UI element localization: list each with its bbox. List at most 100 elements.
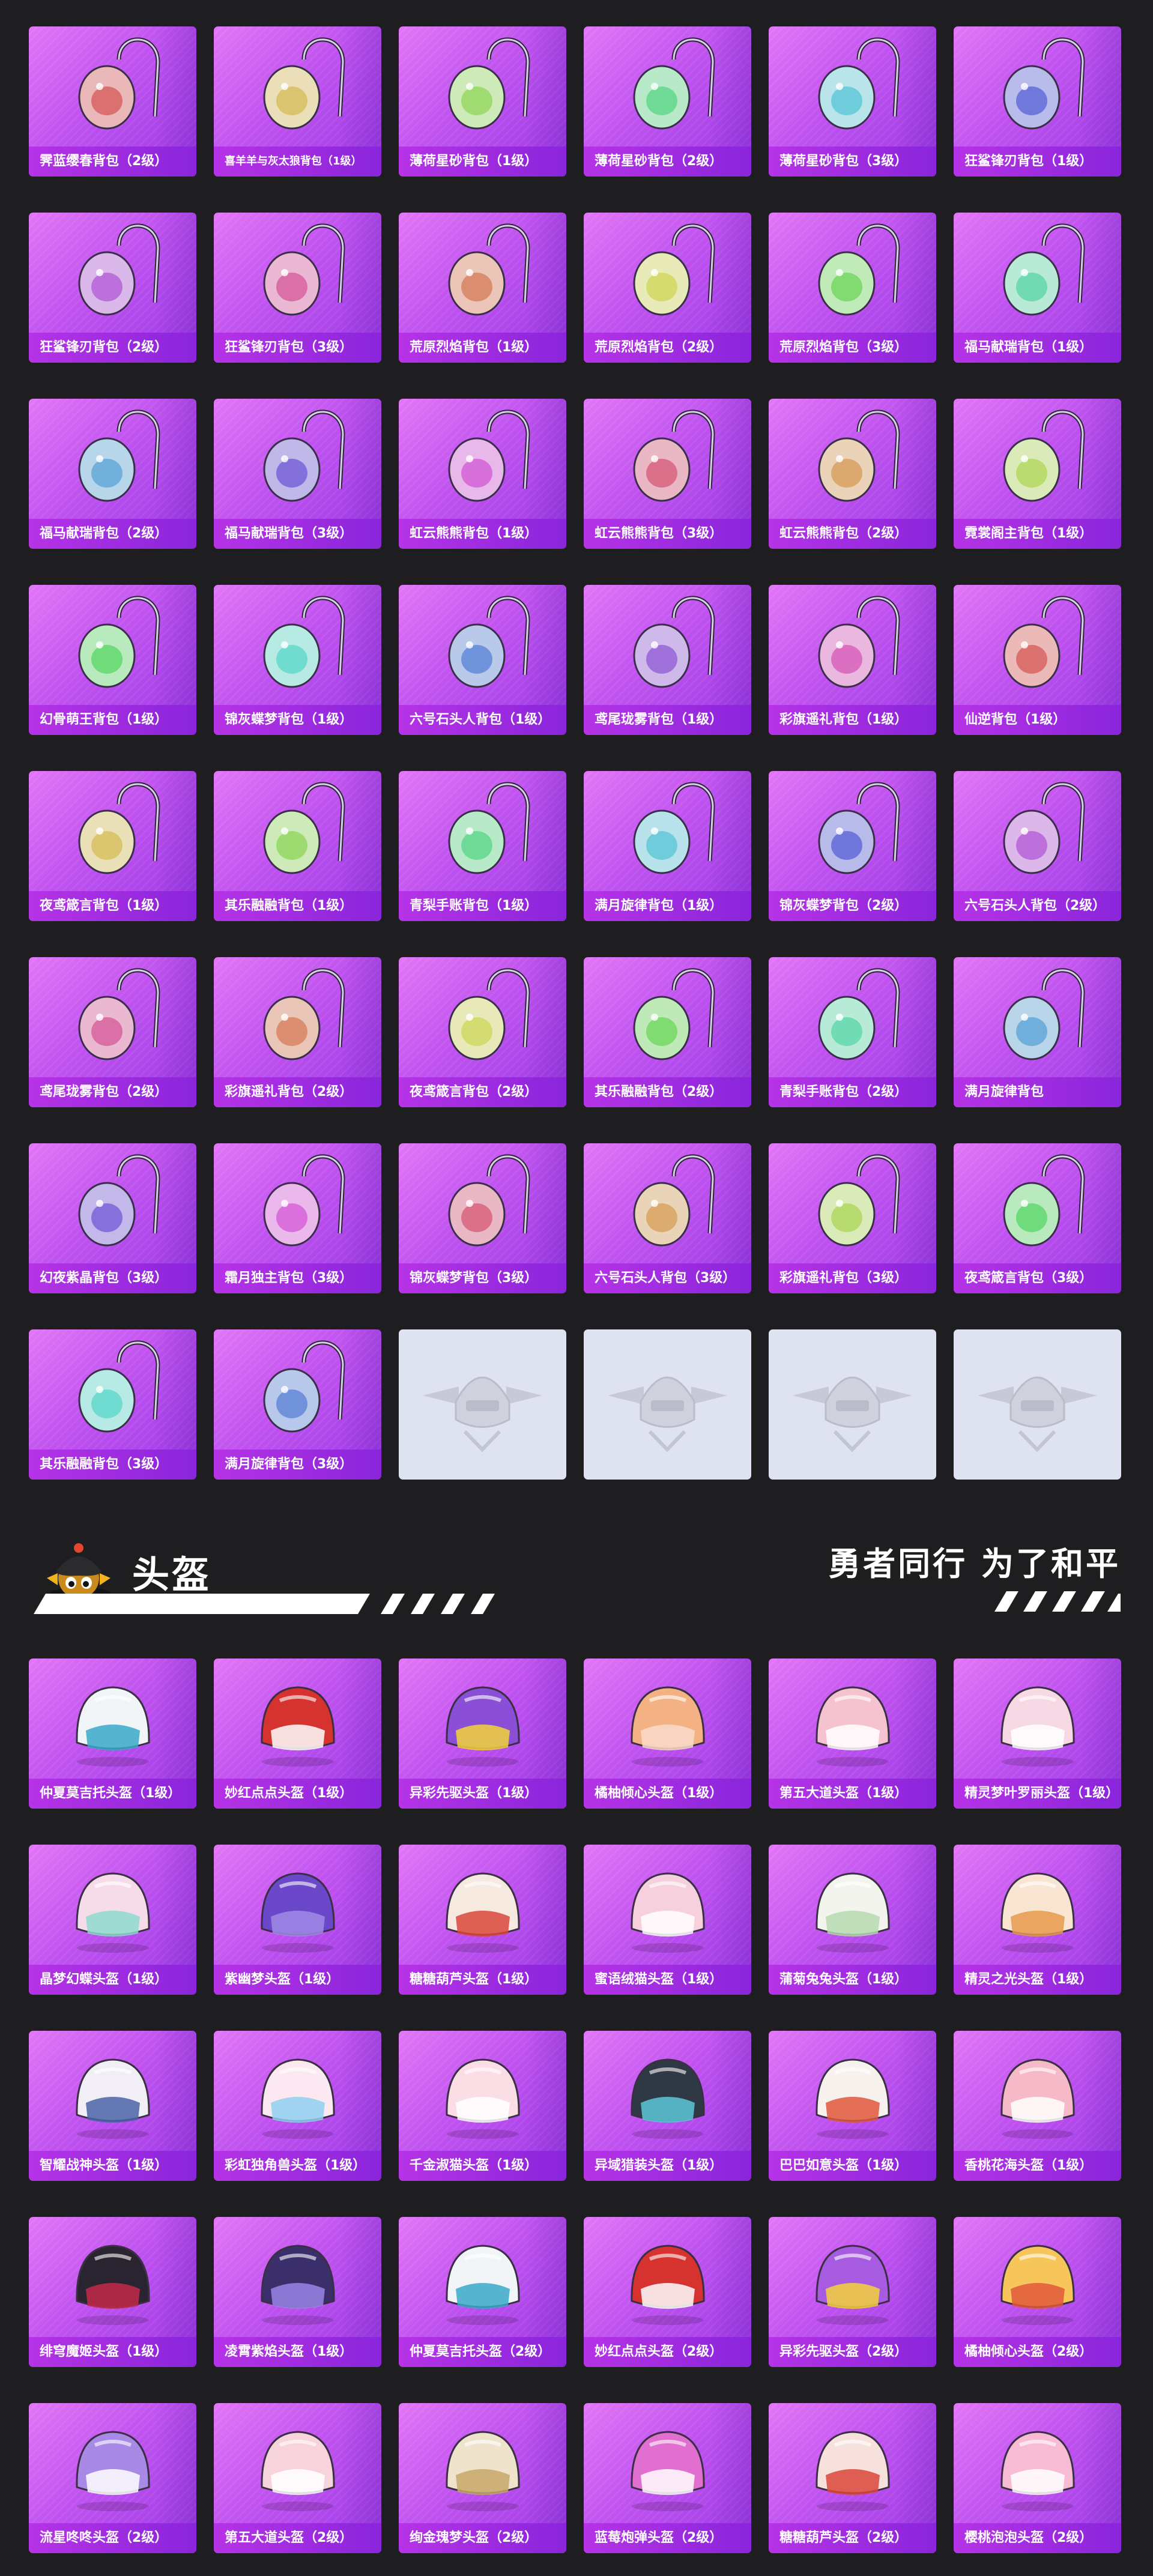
helmet-card[interactable]: 橘柚倾心头盔（2级）: [954, 2217, 1121, 2367]
helmet-name: 仲夏莫吉托头盔（1级）: [29, 1779, 196, 1809]
backpack-card[interactable]: 夜鸢箴言背包（1级）: [29, 771, 196, 921]
backpack-card[interactable]: 荒原烈焰背包（3级）: [769, 213, 936, 363]
backpack-card[interactable]: 薄荷星砂背包（3级）: [769, 26, 936, 177]
backpack-card[interactable]: 彩旗遥礼背包（3级）: [769, 1143, 936, 1293]
helmet-card[interactable]: 绯穹魔姬头盔（1级）: [29, 2217, 196, 2367]
bear-backpack-icon: [818, 410, 900, 502]
backpack-card[interactable]: 六号石头人背包（1级）: [399, 585, 566, 735]
backpack-card[interactable]: 狂鲨锋刃背包（2级）: [29, 213, 196, 363]
backpack-card[interactable]: 满月旋律背包（1级）: [584, 771, 751, 921]
helmet-card[interactable]: 蜜语绒猫头盔（1级）: [584, 1845, 751, 1995]
helmet-icon: [816, 2431, 890, 2511]
icecream-backpack-icon: [78, 1340, 160, 1433]
backpack-card[interactable]: 霓裳阁主背包（1级）: [954, 399, 1121, 549]
backpack-card[interactable]: 狂鲨锋刃背包（3级）: [214, 213, 381, 363]
helmet-card[interactable]: 第五大道头盔（1级）: [769, 1658, 936, 1809]
helmet-card[interactable]: 橘柚倾心头盔（1级）: [584, 1658, 751, 1809]
backpack-card[interactable]: 六号石头人背包（2级）: [954, 771, 1121, 921]
backpack-card[interactable]: 荒原烈焰背包（1级）: [399, 213, 566, 363]
backpack-card[interactable]: 青梨手账背包（2级）: [769, 957, 936, 1107]
backpack-card[interactable]: 其乐融融背包（3级）: [29, 1329, 196, 1480]
backpack-card[interactable]: 荒原烈焰背包（2级）: [584, 213, 751, 363]
backpack-card[interactable]: 喜羊羊与灰太狼背包（1级）: [214, 26, 381, 177]
helmet-card[interactable]: 仲夏莫吉托头盔（1级）: [29, 1658, 196, 1809]
backpack-card[interactable]: 虹云熊熊背包（2级）: [769, 399, 936, 549]
helmet-card[interactable]: 流星咚咚头盔（2级）: [29, 2403, 196, 2553]
helmet-card[interactable]: 晶梦幻蝶头盔（1级）: [29, 1845, 196, 1995]
helmet-card[interactable]: 第五大道头盔（2级）: [214, 2403, 381, 2553]
helmet-card[interactable]: 精灵之光头盔（1级）: [954, 1845, 1121, 1995]
backpack-name: 幻夜紫晶背包（3级）: [29, 1263, 196, 1293]
helmet-icon: [446, 2431, 520, 2511]
empty-slot-card: [584, 1329, 751, 1480]
backpack-name: 锦灰蝶梦背包（2级）: [769, 891, 936, 921]
helmet-card[interactable]: 异域猎装头盔（1级）: [584, 2031, 751, 2181]
helmet-card[interactable]: 精灵梦叶罗丽头盔（1级）: [954, 1658, 1121, 1809]
helmet-icon: [76, 2058, 150, 2139]
ghost-backpack-icon: [78, 596, 160, 688]
backpack-card[interactable]: 福马献瑞背包（2级）: [29, 399, 196, 549]
backpack-card[interactable]: 锦灰蝶梦背包（2级）: [769, 771, 936, 921]
helmet-icon: [1000, 2431, 1075, 2511]
helmet-card[interactable]: 香桃花海头盔（1级）: [954, 2031, 1121, 2181]
helmet-card[interactable]: 妙红点点头盔（2级）: [584, 2217, 751, 2367]
backpack-card[interactable]: 福马献瑞背包（3级）: [214, 399, 381, 549]
helmet-card[interactable]: 蓝莓炮弹头盔（2级）: [584, 2403, 751, 2553]
helmet-card[interactable]: 樱桃泡泡头盔（2级）: [954, 2403, 1121, 2553]
backpack-card[interactable]: 幻骨萌王背包（1级）: [29, 585, 196, 735]
helmet-card[interactable]: 异彩先驱头盔（1级）: [399, 1658, 566, 1809]
helmet-card[interactable]: 糖糖葫芦头盔（1级）: [399, 1845, 566, 1995]
backpack-name: 夜鸢箴言背包（2级）: [399, 1077, 566, 1107]
helmet-card[interactable]: 绚金瑰梦头盔（2级）: [399, 2403, 566, 2553]
helmet-card[interactable]: 千金淑猫头盔（1级）: [399, 2031, 566, 2181]
amethyst-backpack-icon: [78, 1154, 160, 1247]
moon-backpack-icon: [1003, 968, 1085, 1060]
backpack-card[interactable]: 锦灰蝶梦背包（3级）: [399, 1143, 566, 1293]
helmet-card[interactable]: 智耀战神头盔（1级）: [29, 2031, 196, 2181]
backpack-card[interactable]: 狂鲨锋刃背包（1级）: [954, 26, 1121, 177]
mask-backpack-icon: [78, 37, 160, 130]
backpack-card[interactable]: 彩旗遥礼背包（1级）: [769, 585, 936, 735]
horse-backpack-icon: [263, 410, 345, 502]
helmet-card[interactable]: 彩虹独角兽头盔（1级）: [214, 2031, 381, 2181]
backpack-card[interactable]: 满月旋律背包（3级）: [214, 1329, 381, 1480]
backpack-card[interactable]: 满月旋律背包: [954, 957, 1121, 1107]
backpack-card[interactable]: 仙逆背包（1级）: [954, 585, 1121, 735]
backpack-card[interactable]: 霁蓝缨春背包（2级）: [29, 26, 196, 177]
backpack-card[interactable]: 鸢尾珑雾背包（2级）: [29, 957, 196, 1107]
helmet-icon: [261, 2058, 335, 2139]
backpack-card[interactable]: 虹云熊熊背包（3级）: [584, 399, 751, 549]
helmet-card[interactable]: 巴巴如意头盔（1级）: [769, 2031, 936, 2181]
backpack-card[interactable]: 虹云熊熊背包（1级）: [399, 399, 566, 549]
backpack-name: 狂鲨锋刃背包（3级）: [214, 333, 381, 363]
backpack-card[interactable]: 霜月独主背包（3级）: [214, 1143, 381, 1293]
helmet-card[interactable]: 异彩先驱头盔（2级）: [769, 2217, 936, 2367]
backpack-card[interactable]: 薄荷星砂背包（1级）: [399, 26, 566, 177]
backpack-name: 喜羊羊与灰太狼背包（1级）: [214, 147, 381, 177]
pear-backpack-icon: [448, 782, 530, 874]
helmet-card[interactable]: 妙红点点头盔（1级）: [214, 1658, 381, 1809]
helmet-card[interactable]: 凌霄紫焰头盔（1级）: [214, 2217, 381, 2367]
backpack-card[interactable]: 青梨手账背包（1级）: [399, 771, 566, 921]
helmet-name: 千金淑猫头盔（1级）: [399, 2151, 566, 2181]
backpack-card[interactable]: 福马献瑞背包（1级）: [954, 213, 1121, 363]
crystal-backpack-icon: [263, 596, 345, 688]
emblem-placeholder-icon: [793, 1376, 912, 1453]
helmet-card[interactable]: 糖糖葫芦头盔（2级）: [769, 2403, 936, 2553]
backpack-card[interactable]: 彩旗遥礼背包（2级）: [214, 957, 381, 1107]
helmet-card[interactable]: 仲夏莫吉托头盔（2级）: [399, 2217, 566, 2367]
helmet-card[interactable]: 蒲菊兔兔头盔（1级）: [769, 1845, 936, 1995]
helmet-name: 流星咚咚头盔（2级）: [29, 2523, 196, 2553]
backpack-card[interactable]: 锦灰蝶梦背包（1级）: [214, 585, 381, 735]
helmet-icon: [816, 2245, 890, 2325]
backpack-card[interactable]: 其乐融融背包（2级）: [584, 957, 751, 1107]
backpack-card[interactable]: 夜鸢箴言背包（3级）: [954, 1143, 1121, 1293]
helmet-icon: [816, 2058, 890, 2139]
helmet-card[interactable]: 紫幽梦头盔（1级）: [214, 1845, 381, 1995]
backpack-card[interactable]: 薄荷星砂背包（2级）: [584, 26, 751, 177]
backpack-card[interactable]: 六号石头人背包（3级）: [584, 1143, 751, 1293]
backpack-card[interactable]: 幻夜紫晶背包（3级）: [29, 1143, 196, 1293]
backpack-card[interactable]: 鸢尾珑雾背包（1级）: [584, 585, 751, 735]
backpack-card[interactable]: 夜鸢箴言背包（2级）: [399, 957, 566, 1107]
backpack-card[interactable]: 其乐融融背包（1级）: [214, 771, 381, 921]
